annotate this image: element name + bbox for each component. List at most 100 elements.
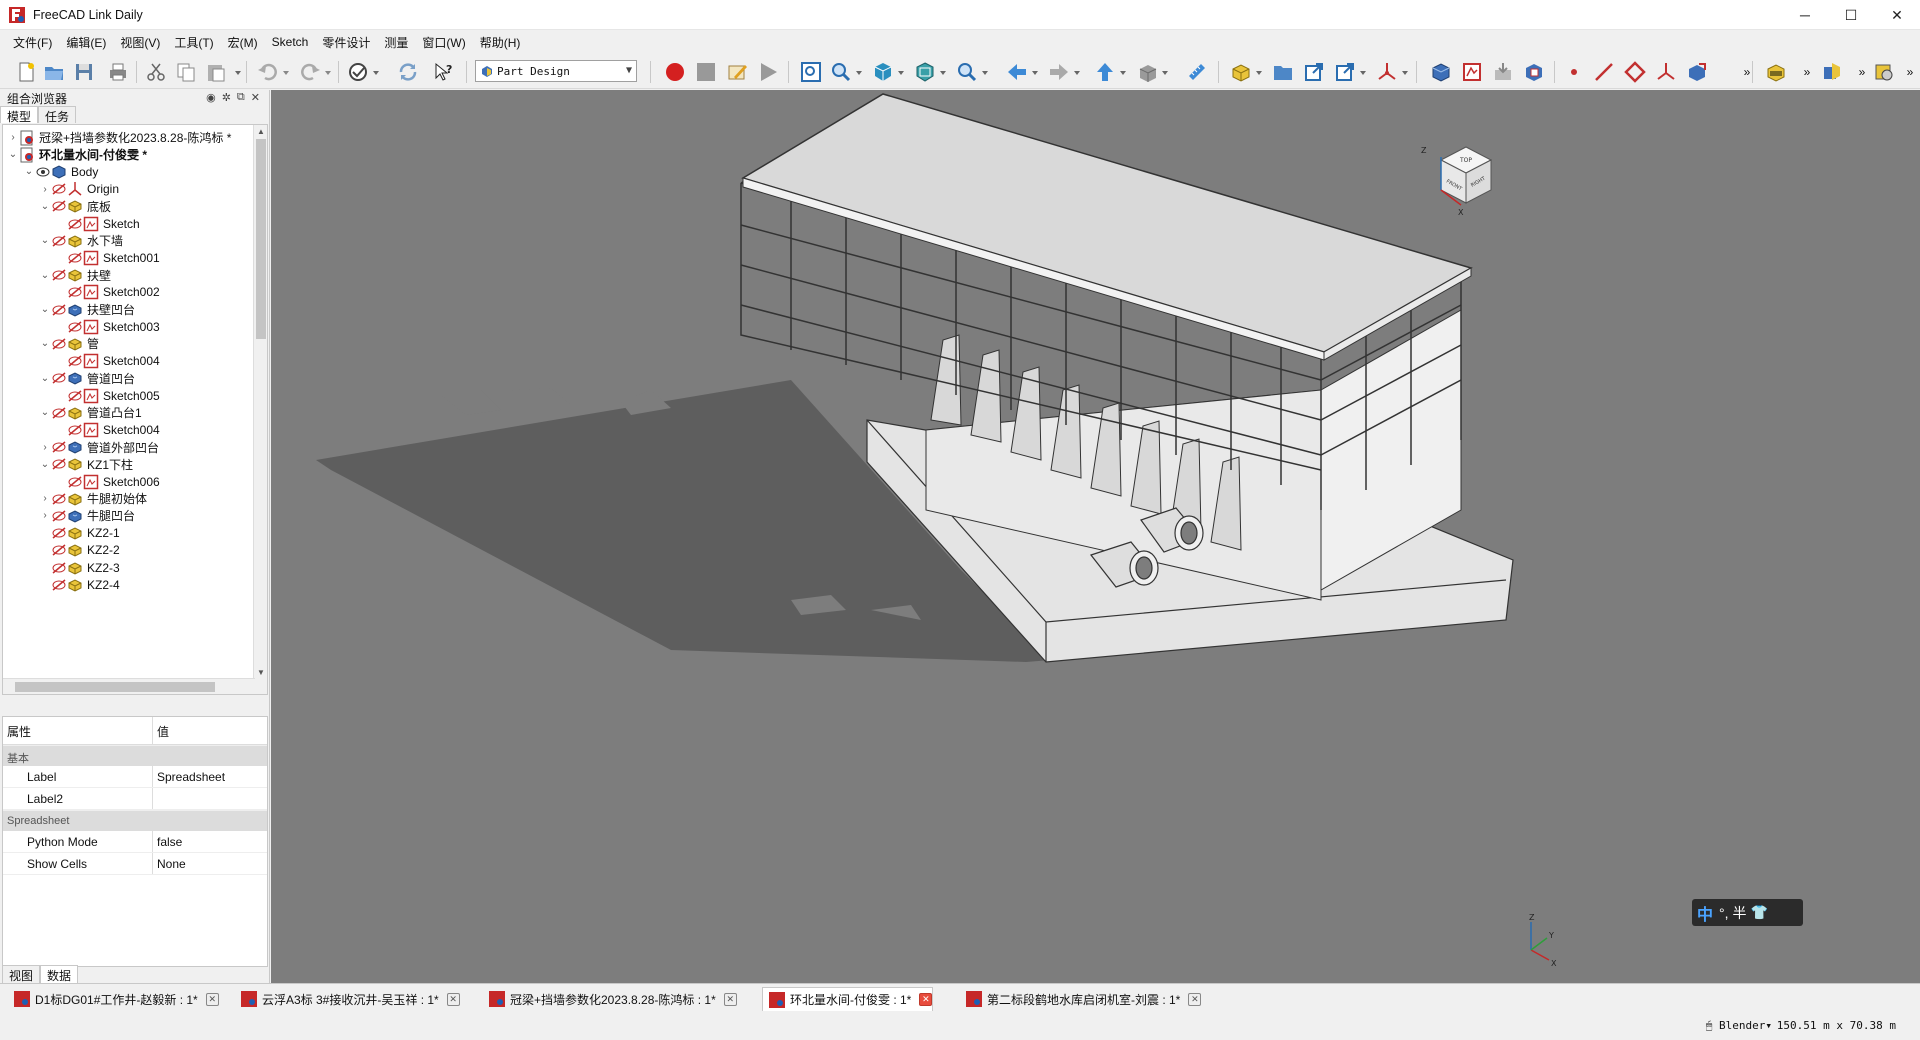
macro-edit-icon[interactable] <box>725 60 749 84</box>
hidden-eye-icon[interactable] <box>51 561 67 575</box>
views-dropdown-icon[interactable] <box>897 69 905 77</box>
create-body-icon[interactable] <box>1429 60 1453 84</box>
draw-style-dropdown-icon[interactable] <box>939 69 947 77</box>
property-value[interactable]: Spreadsheet <box>153 766 225 787</box>
link-dropdown-icon[interactable] <box>1359 69 1367 77</box>
standard-views-icon[interactable] <box>871 60 895 84</box>
hidden-eye-icon[interactable] <box>51 303 67 317</box>
toolbar-overflow-2[interactable]: » <box>1795 60 1819 84</box>
property-value[interactable]: None <box>153 853 186 874</box>
hidden-eye-icon[interactable] <box>67 285 83 299</box>
nav-up-dropdown-icon[interactable] <box>1119 69 1127 77</box>
fit-selection-icon[interactable] <box>829 60 853 84</box>
expand-arrow-icon[interactable]: ⌄ <box>39 407 51 418</box>
bounding-dropdown-icon[interactable] <box>1161 69 1169 77</box>
link-icon[interactable] <box>1302 60 1326 84</box>
property-group-basic[interactable]: 基本 <box>3 745 267 766</box>
part-design-body-icon[interactable] <box>1229 60 1253 84</box>
expand-arrow-icon[interactable]: › <box>39 184 51 195</box>
hidden-eye-icon[interactable] <box>51 509 67 523</box>
3d-viewport[interactable]: TOP FRONT RIGHT Z X Z Y X 中 °, 半 👕 <box>271 90 1920 983</box>
expand-arrow-icon[interactable]: ⌄ <box>39 235 51 246</box>
expand-arrow-icon[interactable]: › <box>7 132 19 143</box>
macro-run-icon[interactable] <box>756 60 780 84</box>
doc-tab-3[interactable]: 冠梁+挡墙参数化2023.8.28-陈鸿标 : 1* ✕ <box>483 987 737 1011</box>
nav-forward-dropdown-icon[interactable] <box>1073 69 1081 77</box>
refresh-check-icon[interactable] <box>346 60 370 84</box>
menu-macro[interactable]: 宏(M) <box>221 34 265 51</box>
property-value[interactable]: false <box>153 831 182 852</box>
measure-icon[interactable] <box>1185 60 1209 84</box>
paste-dropdown-icon[interactable] <box>234 69 242 77</box>
toolbar-overflow-1[interactable]: » <box>1735 60 1759 84</box>
toolbar-overflow-4[interactable]: » <box>1898 60 1920 84</box>
copy-icon[interactable] <box>174 60 198 84</box>
toolbar-overflow-3[interactable]: » <box>1850 60 1874 84</box>
scroll-up-icon[interactable]: ▲ <box>254 125 267 139</box>
tree-horizontal-scrollbar[interactable] <box>3 678 255 694</box>
datum-dropdown-icon[interactable] <box>1401 69 1409 77</box>
nav-back-icon[interactable] <box>1005 60 1029 84</box>
maximize-button[interactable]: ☐ <box>1828 0 1874 30</box>
datum-point-icon[interactable] <box>1562 60 1586 84</box>
hidden-eye-icon[interactable] <box>51 543 67 557</box>
expand-arrow-icon[interactable]: ⌄ <box>39 373 51 384</box>
expand-arrow-icon[interactable]: › <box>39 510 51 521</box>
hidden-eye-icon[interactable] <box>51 406 67 420</box>
folder-icon[interactable] <box>1271 60 1295 84</box>
float-panel-icon[interactable]: ⧉ <box>237 91 245 104</box>
navigation-style[interactable]: 🖱 Blender▾ <box>1706 1019 1772 1033</box>
ime-skin-icon[interactable]: 👕 <box>1751 904 1768 921</box>
property-row[interactable]: Label Spreadsheet <box>3 766 267 788</box>
clone-icon[interactable] <box>1685 60 1709 84</box>
hidden-eye-icon[interactable] <box>51 199 67 213</box>
nav-up-icon[interactable] <box>1093 60 1117 84</box>
menu-help[interactable]: 帮助(H) <box>473 34 528 51</box>
visibility-icon[interactable]: ◉ <box>206 91 216 104</box>
open-icon[interactable] <box>42 60 66 84</box>
datum-line-icon[interactable] <box>1592 60 1616 84</box>
3d-scene[interactable]: TOP FRONT RIGHT Z X Z Y X <box>271 90 1920 983</box>
expand-arrow-icon[interactable]: ⌄ <box>7 149 19 160</box>
property-row[interactable]: Python Mode false <box>3 831 267 853</box>
datum-cs-icon[interactable] <box>1375 60 1399 84</box>
close-tab-icon[interactable]: ✕ <box>919 993 933 1006</box>
workbench-selector[interactable]: Part Design ▼ <box>475 60 637 82</box>
expand-arrow-icon[interactable]: ⌄ <box>39 338 51 349</box>
nav-back-dropdown-icon[interactable] <box>1031 69 1039 77</box>
ime-language[interactable]: 中 <box>1697 901 1713 925</box>
tree-item[interactable]: KZ2-4 <box>39 574 120 595</box>
close-tab-icon[interactable]: ✕ <box>1188 992 1202 1006</box>
eye-icon[interactable] <box>35 165 51 179</box>
hidden-eye-icon[interactable] <box>51 234 67 248</box>
hidden-eye-icon[interactable] <box>67 354 83 368</box>
hidden-eye-icon[interactable] <box>51 526 67 540</box>
hidden-eye-icon[interactable] <box>51 337 67 351</box>
redo-icon[interactable] <box>298 60 322 84</box>
expand-arrow-icon[interactable]: › <box>39 442 51 453</box>
bounding-box-icon[interactable] <box>1135 60 1159 84</box>
redo-dropdown-icon[interactable] <box>324 69 332 77</box>
minimize-button[interactable]: ─ <box>1782 0 1828 30</box>
addon-manager-icon[interactable] <box>1821 60 1845 84</box>
settings-icon[interactable]: ✲ <box>222 91 231 104</box>
tab-tasks[interactable]: 任务 <box>38 106 77 124</box>
menu-tools[interactable]: 工具(T) <box>167 34 220 51</box>
ime-punctuation[interactable]: °, <box>1719 905 1729 921</box>
hidden-eye-icon[interactable] <box>51 371 67 385</box>
menu-measure[interactable]: 测量 <box>377 34 415 51</box>
property-group-spreadsheet[interactable]: Spreadsheet <box>3 810 267 831</box>
hidden-eye-icon[interactable] <box>51 457 67 471</box>
hidden-eye-icon[interactable] <box>67 423 83 437</box>
cut-icon[interactable] <box>144 60 168 84</box>
shape-binder-icon[interactable] <box>1522 60 1546 84</box>
scroll-down-icon[interactable]: ▼ <box>254 666 267 680</box>
zoom-icon[interactable] <box>955 60 979 84</box>
close-tab-icon[interactable]: ✕ <box>446 992 460 1006</box>
hidden-eye-icon[interactable] <box>67 217 83 231</box>
recompute-icon[interactable] <box>396 60 420 84</box>
macro-record-icon[interactable] <box>663 60 687 84</box>
undo-icon[interactable] <box>256 60 280 84</box>
zoom-dropdown-icon[interactable] <box>981 69 989 77</box>
close-tab-icon[interactable]: ✕ <box>205 992 219 1006</box>
